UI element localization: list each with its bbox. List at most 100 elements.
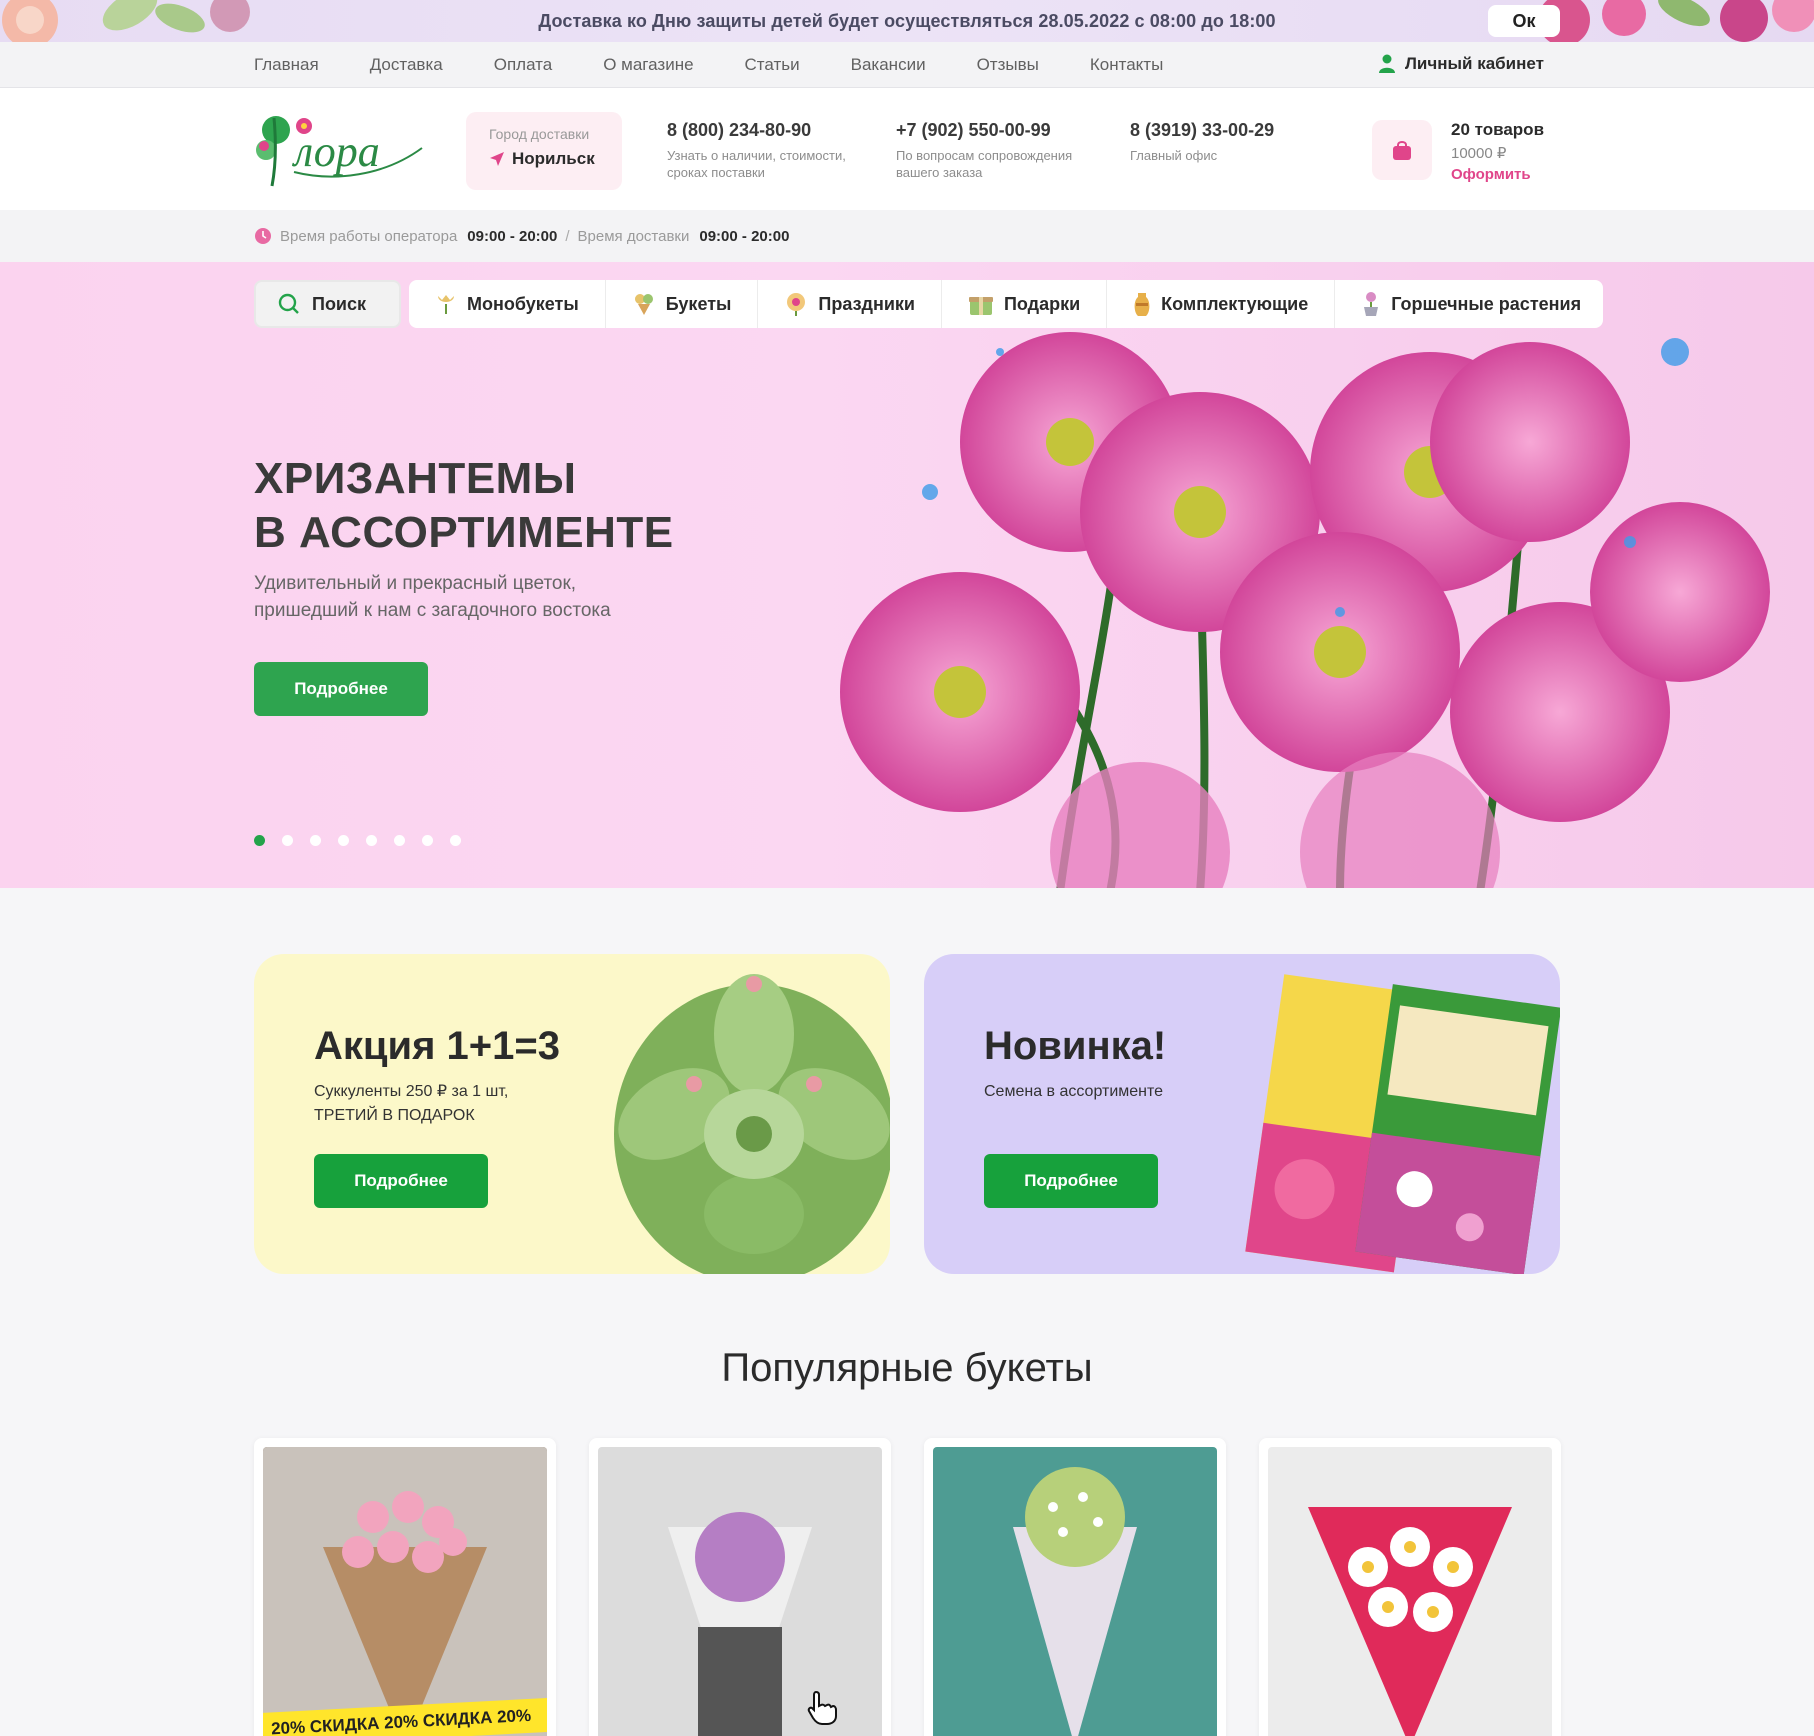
slider-dot-1[interactable] [254, 835, 265, 846]
category-label: Праздники [818, 293, 915, 314]
chamomile-bouquet-image [933, 1447, 1217, 1736]
slider-dot-3[interactable] [310, 835, 321, 846]
location-arrow-icon [490, 152, 504, 166]
vase-icon [1134, 293, 1150, 316]
category-label: Комплектующие [1161, 293, 1309, 314]
delivery-hours-label: Время доставки [577, 227, 690, 245]
cart-button[interactable] [1372, 120, 1432, 180]
phone-block-3: 8 (3919) 33-00-29 Главный офис [1130, 120, 1274, 164]
nav-link-delivery[interactable]: Доставка [370, 55, 443, 75]
product-card[interactable] [1259, 1438, 1561, 1736]
nav-link-about[interactable]: О магазине [603, 55, 693, 75]
promo-title: Акция 1+1=3 [314, 1024, 560, 1068]
seed-packets-image [1245, 974, 1560, 1274]
category-label: Монобукеты [467, 293, 579, 314]
phone-block-2: +7 (902) 550-00-99 По вопросам сопровожд… [896, 120, 1096, 181]
promo-text: Суккуленты 250 ₽ за 1 шт, ТРЕТИЙ В ПОДАР… [314, 1083, 509, 1124]
product-image [598, 1447, 882, 1736]
category-bouquets[interactable]: Букеты [606, 280, 759, 328]
category-holidays[interactable]: Праздники [758, 280, 942, 328]
top-navigation: Главная Доставка Оплата О магазине Стать… [0, 42, 1814, 88]
category-supplies[interactable]: Комплектующие [1107, 280, 1336, 328]
operator-hours-value: 09:00 - 20:00 [467, 227, 558, 245]
hand-cursor-icon [807, 1690, 837, 1725]
category-label: Горшечные растения [1391, 293, 1582, 314]
slider-dot-6[interactable] [394, 835, 405, 846]
hero-subtitle: Удивительный и прекрасный цветок, пришед… [254, 573, 611, 621]
nav-link-contacts[interactable]: Контакты [1090, 55, 1163, 75]
nav-link-payment[interactable]: Оплата [494, 55, 552, 75]
user-icon [1379, 54, 1395, 73]
phone-block-1: 8 (800) 234-80-90 Узнать о наличии, стои… [667, 120, 867, 181]
announcement-ok-button[interactable]: Ок [1488, 5, 1560, 37]
product-image [933, 1447, 1217, 1736]
announcement-bar: Доставка ко Дню защиты детей будет осуще… [0, 0, 1814, 42]
working-hours: Время работы оператора 09:00 - 20:00 / В… [254, 227, 789, 245]
search-button[interactable]: Поиск [254, 280, 401, 328]
cart-sum: 10000 ₽ [1451, 145, 1507, 162]
gift-icon [968, 297, 993, 315]
slider-dot-8[interactable] [450, 835, 461, 846]
promo-more-button[interactable]: Подробнее [314, 1154, 488, 1208]
phone-number[interactable]: 8 (800) 234-80-90 [667, 120, 867, 141]
cart-summary: 20 товаров 10000 ₽ Оформить [1451, 120, 1544, 183]
nav-link-home[interactable]: Главная [254, 55, 319, 75]
operator-hours-label: Время работы оператора [280, 227, 458, 245]
promo-more-button[interactable]: Подробнее [984, 1154, 1158, 1208]
slider-dot-2[interactable] [282, 835, 293, 846]
product-card[interactable] [589, 1438, 891, 1736]
tulip-icon [438, 295, 454, 314]
delivery-city-selector[interactable]: Город доставки Норильск [466, 112, 622, 190]
chrysanthemum-bouquet-image [598, 1447, 882, 1736]
checkout-link[interactable]: Оформить [1451, 166, 1544, 183]
nav-link-articles[interactable]: Статьи [745, 55, 800, 75]
product-card[interactable] [924, 1438, 1226, 1736]
hero-more-button[interactable]: Подробнее [254, 662, 428, 716]
product-image [1268, 1447, 1552, 1736]
hero-title-line-2: В АССОРТИМЕНТЕ [254, 508, 674, 557]
hero-title: ХРИЗАНТЕМЫ В АССОРТИМЕНТЕ [254, 452, 674, 560]
category-bar: Поиск Монобукеты Букеты Праздники Подарк… [254, 280, 1604, 328]
nav-link-vacancies[interactable]: Вакансии [851, 55, 926, 75]
hero-title-line-1: ХРИЗАНТЕМЫ [254, 454, 577, 503]
flower-heads [840, 332, 1770, 888]
succulent-image [614, 974, 890, 1274]
category-potted-plants[interactable]: Горшечные растения [1335, 280, 1603, 328]
slider-dot-4[interactable] [338, 835, 349, 846]
potted-plant-icon [1364, 292, 1379, 316]
site-header: лора Город доставки Норильск 8 (800) 234… [0, 88, 1814, 210]
delivery-city-name: Норильск [512, 149, 595, 168]
daisy-bouquet-image [1268, 1447, 1552, 1736]
category-menu: Монобукеты Букеты Праздники Подарки Комп… [409, 280, 1604, 328]
personal-cabinet-label: Личный кабинет [1405, 54, 1544, 73]
hero-banner: Поиск Монобукеты Букеты Праздники Подарк… [0, 262, 1814, 888]
site-logo[interactable]: лора [254, 110, 424, 195]
slider-dot-7[interactable] [422, 835, 433, 846]
flower-decoration-left [2, 0, 250, 42]
promo-card-succulents: Акция 1+1=3 Суккуленты 250 ₽ за 1 шт, ТР… [254, 954, 890, 1274]
phone-number[interactable]: +7 (902) 550-00-99 [896, 120, 1096, 141]
promo-title: Новинка! [984, 1024, 1167, 1068]
announcement-text: Доставка ко Дню защиты детей будет осуще… [538, 10, 1276, 31]
phone-note: Главный офис [1130, 148, 1218, 163]
promo-card-seeds: Новинка! Семена в ассортименте Подробнее [924, 954, 1560, 1274]
slider-dots [254, 835, 478, 846]
svg-text:лора: лора [291, 127, 380, 176]
category-label: Подарки [1003, 293, 1081, 314]
delivery-city-label: Город доставки [489, 126, 590, 142]
shopping-bag-icon [1393, 141, 1411, 160]
slider-dot-5[interactable] [366, 835, 377, 846]
promo-text: Семена в ассортименте [984, 1083, 1164, 1100]
cart-count: 20 товаров [1451, 120, 1545, 139]
category-monobouquets[interactable]: Монобукеты [409, 280, 606, 328]
phone-number[interactable]: 8 (3919) 33-00-29 [1130, 120, 1274, 141]
nav-link-reviews[interactable]: Отзывы [977, 55, 1039, 75]
phone-note: Узнать о наличии, стоимости, сроках пост… [667, 148, 846, 180]
category-gifts[interactable]: Подарки [942, 280, 1108, 328]
delivery-hours-value: 09:00 - 20:00 [699, 227, 790, 245]
product-card[interactable]: 20% СКИДКА 20% СКИДКА 20% [254, 1438, 556, 1736]
personal-cabinet-link[interactable]: Личный кабинет [1378, 54, 1544, 74]
chrysanthemum-image [840, 307, 1770, 888]
hours-separator: / [565, 227, 570, 245]
flora-logo-icon: лора [256, 116, 423, 187]
